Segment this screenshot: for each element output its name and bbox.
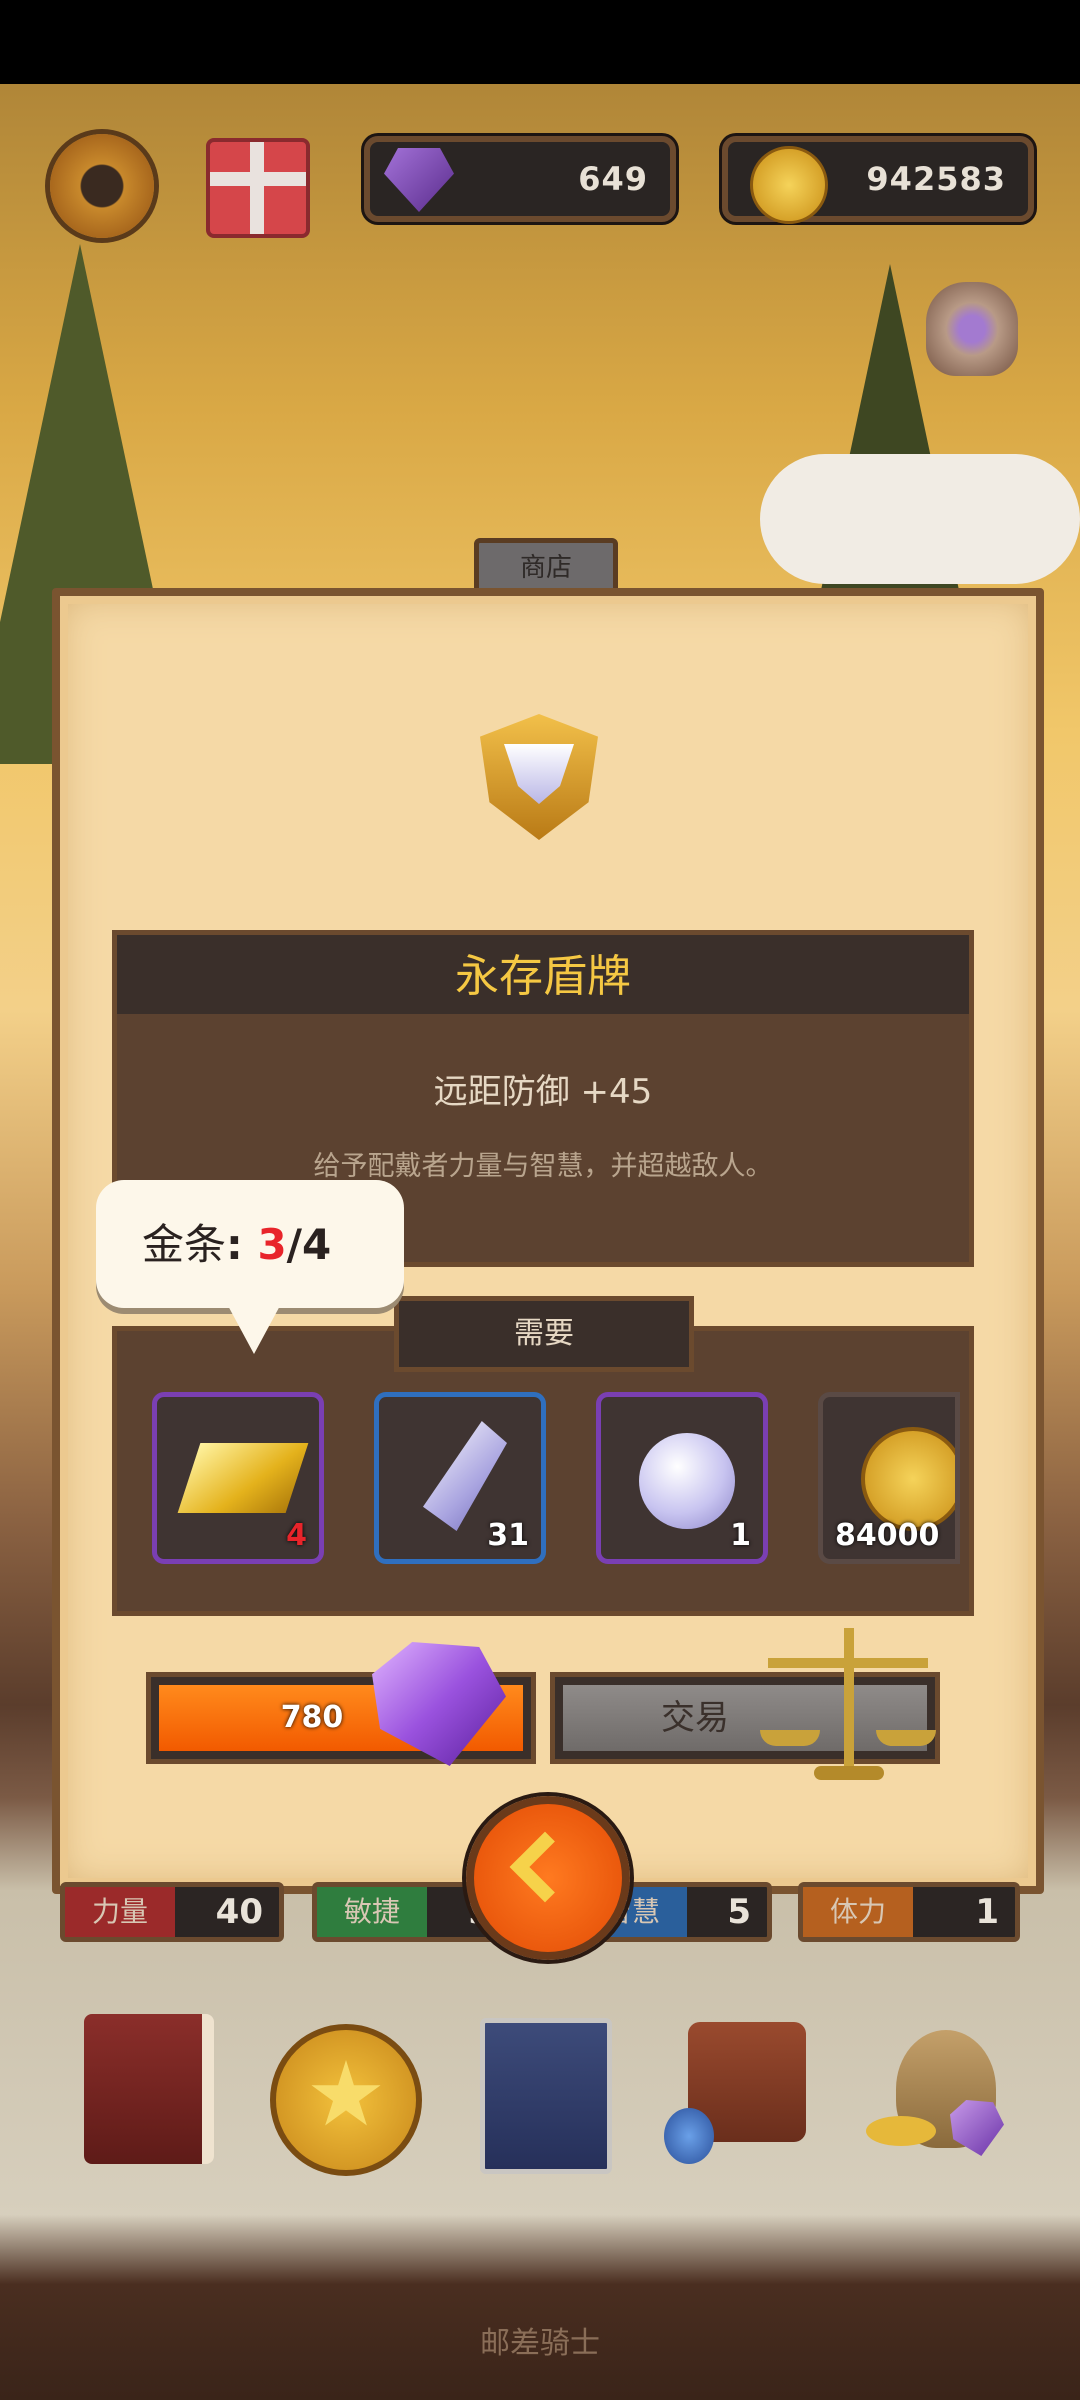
tooltip-colon: :	[226, 1220, 258, 1269]
gift-box-icon[interactable]	[206, 138, 310, 238]
stat-label: 敏捷	[317, 1887, 427, 1937]
stat-label: 体力	[803, 1887, 913, 1937]
stat-value: 5	[727, 1892, 751, 1932]
trade-label: 交易	[661, 1698, 729, 1738]
requirement-slot-coin[interactable]: 84000	[818, 1392, 960, 1564]
tooltip-label: 金条	[142, 1220, 227, 1269]
gem-counter: 649	[364, 136, 676, 222]
stat-value: 40	[215, 1892, 263, 1932]
requirement-slot-crystal[interactable]: 31	[374, 1392, 546, 1564]
crystal-count: 31	[487, 1518, 529, 1553]
stat-strength: 力量 40	[60, 1882, 284, 1942]
item-title: 永存盾牌	[112, 930, 974, 1024]
chevron-left-icon	[509, 1831, 581, 1903]
spellbook-icon[interactable]	[84, 2014, 214, 2164]
coin-counter: 942583	[722, 136, 1034, 224]
gold-bar-icon	[177, 1443, 309, 1513]
requirements-title: 需要	[394, 1296, 694, 1372]
requirement-tooltip: 金条: 3/4	[96, 1180, 404, 1308]
back-button[interactable]	[466, 1796, 630, 1960]
stat-value: 1	[975, 1892, 999, 1932]
footer-title: 邮差骑士	[480, 2326, 600, 2361]
tooltip-total: 4	[302, 1220, 332, 1269]
settings-gear-icon[interactable]	[50, 134, 154, 238]
loot-bag-icon[interactable]	[926, 282, 1018, 376]
gold-bar-count: 4	[286, 1518, 307, 1553]
star-coin-icon[interactable]	[270, 2024, 422, 2176]
cloud	[760, 454, 1080, 584]
requirement-slot-gold-bar[interactable]: 4	[152, 1392, 324, 1564]
orb-count: 1	[730, 1518, 751, 1553]
coin-count: 942583	[866, 160, 1006, 198]
gem-count: 649	[578, 160, 648, 198]
balance-scale-icon	[760, 1628, 936, 1780]
buy-price: 780	[280, 1700, 344, 1735]
tooltip-current: 3	[257, 1220, 287, 1269]
requirement-slot-orb[interactable]: 1	[596, 1392, 768, 1564]
gold-coin-icon	[861, 1427, 955, 1531]
tooltip-text: 金条: 3/4	[142, 1220, 332, 1269]
card-deck-icon[interactable]	[480, 2018, 612, 2174]
coin-count: 84000	[835, 1518, 940, 1553]
item-stat: 远距防御 +45	[433, 1072, 653, 1112]
purple-gem-icon	[384, 148, 454, 212]
stat-stamina: 体力 1	[798, 1882, 1020, 1942]
gold-coin-icon	[750, 146, 828, 224]
crystal-shard-icon	[423, 1421, 507, 1531]
treasure-sack-icon[interactable]	[866, 2020, 1014, 2166]
orb-icon	[639, 1433, 735, 1529]
inventory-bag-icon[interactable]	[664, 2018, 816, 2166]
tooltip-tail	[226, 1302, 282, 1354]
stat-label: 力量	[65, 1887, 175, 1937]
item-description: 给予配戴者力量与智慧，并超越敌人。	[313, 1151, 773, 1182]
